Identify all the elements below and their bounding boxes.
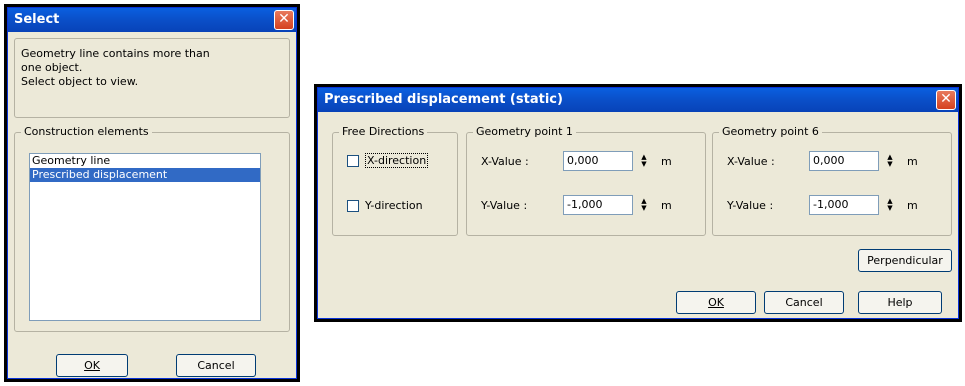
construction-elements-list[interactable]: Geometry line Prescribed displacement xyxy=(29,153,261,321)
cancel-label: Cancel xyxy=(197,359,235,372)
message-line: Geometry line contains more than xyxy=(21,47,210,60)
select-dialog-titlebar[interactable]: Select ✕ xyxy=(8,8,296,32)
help-label: Help xyxy=(887,296,913,309)
help-button[interactable]: Help xyxy=(858,291,942,314)
list-item[interactable]: Geometry line xyxy=(30,154,260,168)
select-dialog: Select ✕ Geometry line contains more tha… xyxy=(4,4,300,382)
group-label: Geometry point 6 xyxy=(719,125,822,138)
geometry-point-6-group: Geometry point 6 X-Value : 0,000 ▲ ▼ m Y-… xyxy=(712,125,952,236)
spinner-icon[interactable]: ▲ ▼ xyxy=(883,196,897,214)
field-label: Y-Value : xyxy=(481,198,528,212)
spinner-icon[interactable]: ▲ ▼ xyxy=(883,152,897,170)
x-direction-checkbox[interactable]: X-direction xyxy=(347,153,429,168)
perpendicular-button[interactable]: Perpendicular xyxy=(858,249,952,272)
ok-button[interactable]: OK xyxy=(676,291,756,314)
point1-x-field: X-Value : 0,000 ▲ ▼ m xyxy=(481,151,672,171)
field-label: X-Value : xyxy=(481,154,529,168)
point6-y-field: Y-Value : -1,000 ▲ ▼ m xyxy=(727,195,918,215)
spinner-icon[interactable]: ▲ ▼ xyxy=(637,196,651,214)
checkbox-label: X-direction xyxy=(365,153,429,168)
cancel-button[interactable]: Cancel xyxy=(764,291,844,314)
displacement-dialog-window: Prescribed displacement (static) ✕ Free … xyxy=(317,87,959,319)
group-label: Geometry point 1 xyxy=(473,125,576,138)
group-label: Construction elements xyxy=(21,125,152,138)
geometry-point-1-group: Geometry point 1 X-Value : 0,000 ▲ ▼ m Y-… xyxy=(466,125,706,236)
displacement-dialog-titlebar[interactable]: Prescribed displacement (static) ✕ xyxy=(318,88,958,112)
close-icon[interactable]: ✕ xyxy=(936,90,956,110)
message-line: Select object to view. xyxy=(21,75,139,88)
cancel-button[interactable]: Cancel xyxy=(176,354,256,377)
perpendicular-label: Perpendicular xyxy=(867,254,943,267)
field-label: X-Value : xyxy=(727,154,775,168)
point1-y-field: Y-Value : -1,000 ▲ ▼ m xyxy=(481,195,672,215)
list-item-selected[interactable]: Prescribed displacement xyxy=(30,168,260,182)
message-panel: Geometry line contains more than one obj… xyxy=(14,38,290,118)
point1-y-input[interactable]: -1,000 xyxy=(563,195,633,215)
select-dialog-window: Select ✕ Geometry line contains more tha… xyxy=(7,7,297,379)
unit-label: m xyxy=(661,198,672,212)
point6-x-field: X-Value : 0,000 ▲ ▼ m xyxy=(727,151,918,171)
field-label: Y-Value : xyxy=(727,198,774,212)
group-label: Free Directions xyxy=(339,125,428,138)
checkbox-box[interactable] xyxy=(347,154,359,167)
ok-label: OK xyxy=(84,359,100,372)
cancel-label: Cancel xyxy=(785,296,823,309)
ok-label: OK xyxy=(708,296,724,309)
point6-y-input[interactable]: -1,000 xyxy=(809,195,879,215)
ok-button[interactable]: OK xyxy=(56,354,128,377)
message-line: one object. xyxy=(21,61,83,74)
spinner-icon[interactable]: ▲ ▼ xyxy=(637,152,651,170)
unit-label: m xyxy=(907,198,918,212)
close-icon[interactable]: ✕ xyxy=(274,10,294,30)
construction-elements-group: Construction elements Geometry line Pres… xyxy=(14,125,290,332)
free-directions-group: Free Directions X-direction Y-direction xyxy=(332,125,458,236)
displacement-dialog-title: Prescribed displacement (static) xyxy=(324,92,563,107)
displacement-dialog: Prescribed displacement (static) ✕ Free … xyxy=(314,84,962,322)
checkbox-box[interactable] xyxy=(347,199,359,212)
point1-x-input[interactable]: 0,000 xyxy=(563,151,633,171)
unit-label: m xyxy=(907,154,918,168)
checkbox-label: Y-direction xyxy=(365,199,423,212)
select-dialog-title: Select xyxy=(14,12,60,27)
y-direction-checkbox[interactable]: Y-direction xyxy=(347,199,423,212)
unit-label: m xyxy=(661,154,672,168)
point6-x-input[interactable]: 0,000 xyxy=(809,151,879,171)
